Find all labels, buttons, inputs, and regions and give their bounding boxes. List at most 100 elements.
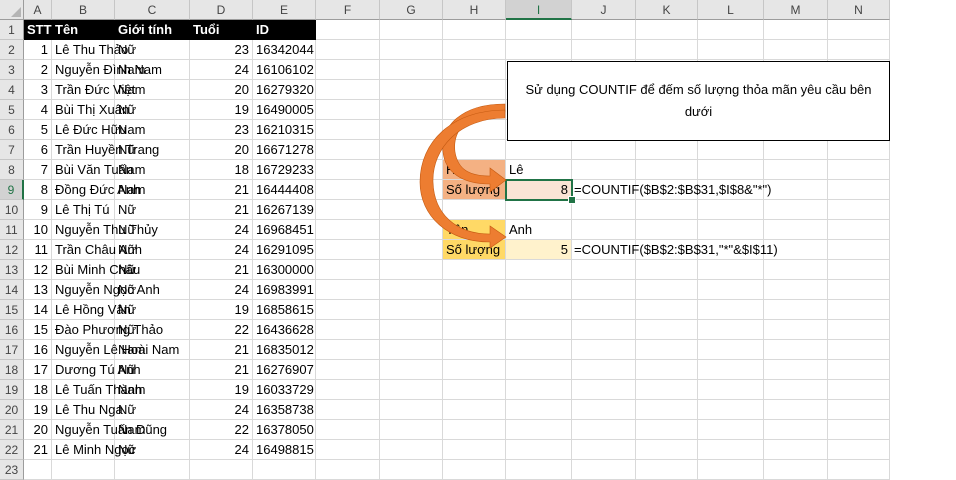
row-header-12[interactable]: 12	[0, 240, 24, 260]
cell-f4[interactable]	[316, 80, 380, 100]
table-cell[interactable]: 20	[190, 80, 253, 100]
table-cell[interactable]: 16436628	[253, 320, 316, 340]
cell-n20[interactable]	[828, 400, 890, 420]
cell-g18[interactable]	[380, 360, 443, 380]
cell-n15[interactable]	[828, 300, 890, 320]
cell-h3[interactable]	[443, 60, 506, 80]
cell-m7[interactable]	[764, 140, 828, 160]
table-cell[interactable]: Nam	[115, 160, 190, 180]
table-cell[interactable]: Lê Minh Ngọc	[52, 440, 135, 460]
cell-h19[interactable]	[443, 380, 506, 400]
table-cell[interactable]: 16106102	[253, 60, 316, 80]
table-cell[interactable]: 16490005	[253, 100, 316, 120]
cell-g19[interactable]	[380, 380, 443, 400]
row-header-14[interactable]: 14	[0, 280, 24, 300]
ho-value-input[interactable]: Lê	[506, 160, 572, 180]
column-header-c[interactable]: C	[115, 0, 190, 20]
cell-n21[interactable]	[828, 420, 890, 440]
cell-g12[interactable]	[380, 240, 443, 260]
cell-d23[interactable]	[190, 460, 253, 480]
cell-g23[interactable]	[380, 460, 443, 480]
table-cell[interactable]: 18	[190, 160, 253, 180]
cell-m9[interactable]	[764, 180, 828, 200]
column-header-d[interactable]: D	[190, 0, 253, 20]
table-cell[interactable]: 21	[190, 360, 253, 380]
cell-k14[interactable]	[636, 280, 698, 300]
table-cell[interactable]: 16276907	[253, 360, 316, 380]
table-cell[interactable]: 15	[24, 320, 52, 340]
table-cell[interactable]: 1	[24, 40, 52, 60]
cell-h14[interactable]	[443, 280, 506, 300]
cell-m23[interactable]	[764, 460, 828, 480]
cell-n8[interactable]	[828, 160, 890, 180]
table-cell[interactable]: 24	[190, 220, 253, 240]
row-header-4[interactable]: 4	[0, 80, 24, 100]
table-cell[interactable]: 24	[190, 60, 253, 80]
column-header-g[interactable]: G	[380, 0, 443, 20]
cell-f22[interactable]	[316, 440, 380, 460]
cell-j15[interactable]	[572, 300, 636, 320]
table-cell[interactable]: Bùi Minh Châu	[52, 260, 140, 280]
table-cell[interactable]: Bùi Văn Tuấn	[52, 160, 133, 180]
table-cell[interactable]: 21	[24, 440, 52, 460]
ten-count-label[interactable]: Số lượng	[443, 240, 506, 260]
table-cell[interactable]: 21	[190, 200, 253, 220]
table-cell[interactable]: 16858615	[253, 300, 316, 320]
row-header-10[interactable]: 10	[0, 200, 24, 220]
cell-k15[interactable]	[636, 300, 698, 320]
cell-i10[interactable]	[506, 200, 572, 220]
cell-k18[interactable]	[636, 360, 698, 380]
cell-m1[interactable]	[764, 20, 828, 40]
table-cell[interactable]: Lê Thu Nga	[52, 400, 123, 420]
cell-k1[interactable]	[636, 20, 698, 40]
cell-g8[interactable]	[380, 160, 443, 180]
cell-j8[interactable]	[572, 160, 636, 180]
cell-m10[interactable]	[764, 200, 828, 220]
cell-g11[interactable]	[380, 220, 443, 240]
table-cell[interactable]: 16033729	[253, 380, 316, 400]
table-cell[interactable]: 20	[190, 140, 253, 160]
cell-n12[interactable]	[828, 240, 890, 260]
cell-n17[interactable]	[828, 340, 890, 360]
cell-m15[interactable]	[764, 300, 828, 320]
row-header-20[interactable]: 20	[0, 400, 24, 420]
cell-g16[interactable]	[380, 320, 443, 340]
cell-f6[interactable]	[316, 120, 380, 140]
cell-n1[interactable]	[828, 20, 890, 40]
cell-l14[interactable]	[698, 280, 764, 300]
cell-g9[interactable]	[380, 180, 443, 200]
table-cell[interactable]: Trần Châu Anh	[52, 240, 142, 260]
cell-m22[interactable]	[764, 440, 828, 460]
table-cell[interactable]: 13	[24, 280, 52, 300]
cell-h15[interactable]	[443, 300, 506, 320]
table-cell[interactable]: Nữ	[115, 440, 190, 460]
cell-f18[interactable]	[316, 360, 380, 380]
cell-k19[interactable]	[636, 380, 698, 400]
cell-g6[interactable]	[380, 120, 443, 140]
row-header-3[interactable]: 3	[0, 60, 24, 80]
table-cell[interactable]: Nữ	[115, 360, 190, 380]
cell-i15[interactable]	[506, 300, 572, 320]
table-cell[interactable]: Nữ	[115, 300, 190, 320]
table-cell[interactable]: Trần Huyền Trang	[52, 140, 159, 160]
table-cell[interactable]: 10	[24, 220, 52, 240]
cell-j14[interactable]	[572, 280, 636, 300]
table-cell[interactable]: 24	[190, 280, 253, 300]
table-cell[interactable]: 23	[190, 120, 253, 140]
ho-count-result[interactable]: 8	[505, 179, 573, 201]
cell-l18[interactable]	[698, 360, 764, 380]
cell-j10[interactable]	[572, 200, 636, 220]
cell-j16[interactable]	[572, 320, 636, 340]
column-header-b[interactable]: B	[52, 0, 115, 20]
cell-j11[interactable]	[572, 220, 636, 240]
table-cell[interactable]: Đồng Đức Anh	[52, 180, 140, 200]
ten-label[interactable]: Tên	[443, 220, 506, 240]
row-header-15[interactable]: 15	[0, 300, 24, 320]
table-cell[interactable]: 7	[24, 160, 52, 180]
row-header-1[interactable]: 1	[0, 20, 24, 40]
cell-f5[interactable]	[316, 100, 380, 120]
table-cell[interactable]: Lê Hồng Vân	[52, 300, 131, 320]
cell-k10[interactable]	[636, 200, 698, 220]
table-cell[interactable]: Nguyễn Lê Hoài Nam	[52, 340, 179, 360]
ten-value-input[interactable]: Anh	[506, 220, 572, 240]
